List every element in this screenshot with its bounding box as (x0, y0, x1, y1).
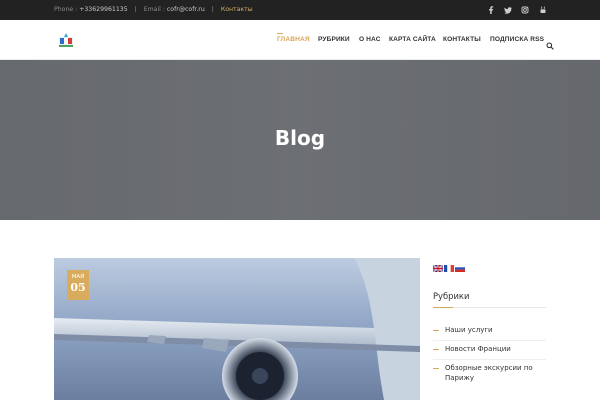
post-date-day: 05 (70, 281, 86, 294)
nav-item-categories[interactable]: РУБРИКИ (318, 36, 350, 43)
email-label: Email : (143, 6, 165, 13)
phone-value[interactable]: +33629961135 (79, 6, 128, 13)
nav-item-about[interactable]: О НАС (359, 36, 381, 43)
sidebar-title-divider (433, 307, 546, 308)
category-label[interactable]: Обзорные экскурсии по Парижу (433, 363, 546, 383)
email-value[interactable]: cofr@cofr.ru (167, 6, 205, 13)
twitter-icon[interactable] (503, 5, 513, 15)
separator: | (211, 6, 214, 13)
nav-item-sitemap[interactable]: КАРТА САЙТА (389, 36, 436, 43)
category-label[interactable]: Наши услуги (433, 325, 546, 335)
post-date-month: МАЙ (71, 274, 85, 280)
category-label[interactable]: Новости Франции (433, 344, 546, 354)
instagram-icon[interactable] (520, 5, 530, 15)
contacts-link[interactable]: Контакты (221, 6, 253, 13)
separator: | (134, 6, 137, 13)
sidebar-categories-title: Рубрики (433, 291, 470, 301)
sidebar-category-item[interactable]: Новости Франции (433, 344, 546, 354)
top-bar: Phone : +33629961135 | Email : cofr@cofr… (0, 0, 600, 20)
search-icon[interactable] (546, 35, 554, 50)
page-title: Blog (274, 126, 326, 150)
page-hero: Blog (0, 60, 600, 220)
facebook-icon[interactable] (486, 5, 496, 15)
nav-item-contacts[interactable]: КОНТАКТЫ (443, 36, 481, 43)
flag-en-icon[interactable] (432, 257, 444, 273)
phone-label: Phone : (54, 6, 78, 13)
contact-info: Phone : +33629961135 | Email : cofr@cofr… (54, 6, 253, 13)
site-logo[interactable] (57, 31, 75, 49)
post-date-badge: МАЙ 05 (67, 270, 89, 300)
sidebar-category-item[interactable]: Наши услуги (433, 325, 546, 335)
nav-item-rss[interactable]: ПОДПИСКА RSS (490, 36, 544, 43)
divider (433, 359, 546, 360)
youtube-icon[interactable] (538, 5, 548, 15)
flag-fr-icon[interactable] (444, 257, 454, 272)
flag-ru-icon[interactable] (454, 257, 466, 272)
sidebar-category-item[interactable]: Обзорные экскурсии по Парижу (433, 363, 546, 383)
nav-item-home[interactable]: ГЛАВНАЯ (277, 33, 310, 43)
post-featured-image[interactable] (54, 258, 420, 400)
divider (433, 340, 546, 341)
main-navbar: ГЛАВНАЯ РУБРИКИ О НАС КАРТА САЙТА КОНТАК… (0, 20, 600, 60)
